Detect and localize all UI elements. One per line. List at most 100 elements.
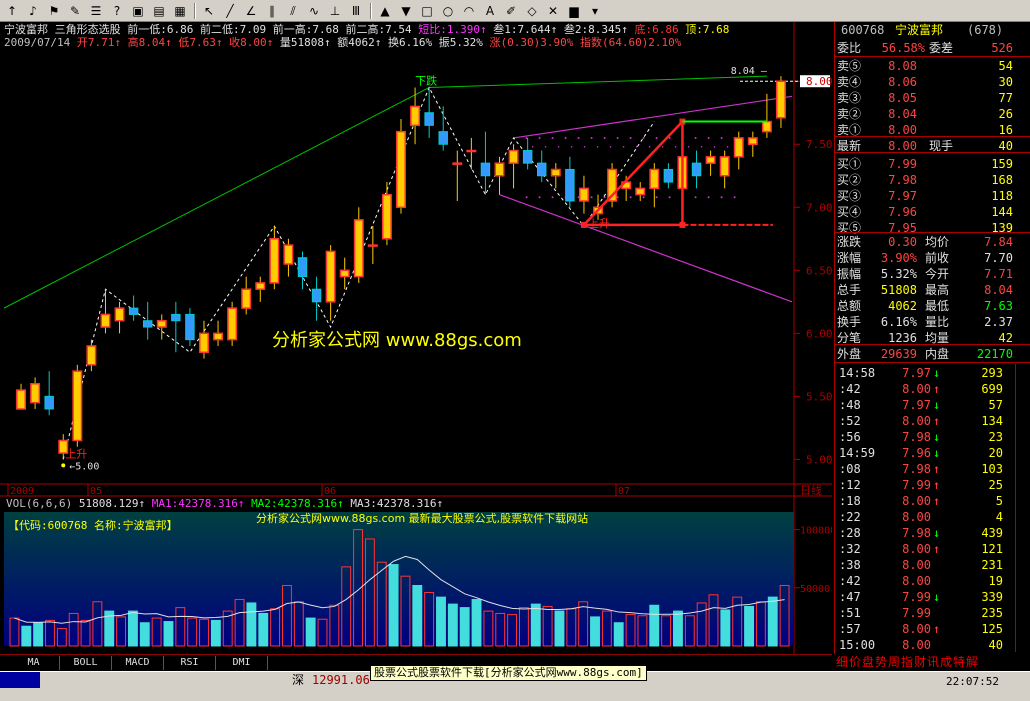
channel-upper (513, 95, 793, 139)
candle-body-up (761, 120, 772, 133)
volume-bar-down (530, 603, 541, 647)
volume-legend-4: MA3:42378.316↑ (350, 497, 444, 510)
brush-icon[interactable]: ✐ (501, 1, 521, 20)
quote-separator (835, 152, 1030, 153)
dot-lower (642, 196, 645, 199)
tab-dmi[interactable]: DMI (216, 656, 268, 670)
formula-value-9: 底:6.86 (634, 23, 686, 36)
tick-up-arrow: ↑ (933, 622, 941, 636)
vol-tick-label: 50000 (800, 584, 830, 595)
formula-value-1: 三角形态选股 (54, 23, 128, 36)
tick-volume: 339 (981, 590, 1003, 604)
down-icon[interactable]: ▼ (396, 1, 416, 20)
tick-row: :47 7.99 ↓ 339 (837, 589, 1017, 605)
buy-level: 买③ (837, 189, 862, 203)
candle-body-up (213, 332, 224, 341)
tab-rsi[interactable]: RSI (164, 656, 216, 670)
tick-time: :38 (839, 558, 861, 572)
quote-bottom-tabs[interactable]: 细价盘势周指财讯成特解 (834, 654, 1030, 670)
tick-time: 14:58 (839, 366, 876, 380)
grid-icon[interactable]: ▦ (170, 1, 190, 20)
volume-bar-down (127, 610, 138, 647)
candle-body-up (283, 244, 294, 265)
candle-body-down (691, 162, 702, 177)
volume-bar-down (720, 609, 731, 647)
candle-body-down (185, 313, 195, 341)
candle-body-down (438, 131, 448, 145)
tick-price: 7.99 (902, 590, 931, 604)
dot-upper (538, 136, 541, 139)
stat-label: 振幅 (837, 267, 862, 281)
dropdown-icon[interactable]: ▾ (585, 1, 605, 20)
stat-value-2: 7.71 (984, 267, 1013, 281)
fan-icon[interactable]: ∠ (241, 1, 261, 20)
fall-label: 下跌 (415, 74, 437, 88)
tick-row: :22 8.00 4 (837, 509, 1017, 525)
tick-time: :08 (839, 462, 861, 476)
alarm-icon[interactable]: ⚑ (44, 1, 64, 20)
stock-name: 宁波富邦 (895, 23, 944, 37)
up-arrow-icon[interactable]: ↑ (2, 1, 22, 20)
dot-upper (707, 136, 710, 139)
tab-boll[interactable]: BOLL (60, 656, 112, 670)
candle-body-up (396, 130, 406, 209)
candle-body-up (733, 137, 744, 158)
candle-body-up (353, 219, 364, 278)
channel-icon[interactable]: ⫽ (283, 1, 303, 20)
tick-volume: 103 (981, 462, 1003, 476)
wave-icon[interactable]: ∿ (304, 1, 324, 20)
ellipse-icon[interactable]: ○ (438, 1, 458, 20)
stat-label: 换手 (837, 315, 862, 329)
price-tick-label: 5.50 (806, 390, 832, 403)
dot-mid (531, 145, 534, 148)
delete-icon[interactable]: ✕ (543, 1, 563, 20)
dot-mid (648, 145, 651, 148)
buy-price: 7.97 (888, 189, 917, 203)
volume-bar-down (305, 617, 316, 647)
chart-icon[interactable]: ▤ (149, 1, 169, 20)
tick-price: 7.98 (902, 430, 931, 444)
help-icon[interactable]: ? (107, 1, 127, 20)
tick-scrollbar[interactable] (1015, 364, 1029, 652)
stat-label-2: 最高 (925, 283, 950, 297)
volume-bar-down (21, 625, 32, 647)
buy-price: 7.98 (888, 173, 917, 187)
cursor-icon[interactable]: ↖ (199, 1, 219, 20)
candle-body-up (339, 269, 350, 278)
buy-row: 买① 7.99 159 (837, 156, 1017, 172)
tick-volume: 19 (988, 574, 1003, 588)
save-icon[interactable]: ▆ (564, 1, 584, 20)
sell-volume: 26 (998, 107, 1013, 121)
quote-separator (835, 344, 1030, 345)
buy-level: 买④ (837, 205, 862, 219)
ohlc-value-5: 量51808↑ (279, 36, 338, 49)
eraser-icon[interactable]: ◇ (522, 1, 542, 20)
parallel-icon[interactable]: ∥ (262, 1, 282, 20)
text-tool-icon[interactable]: A (480, 1, 500, 20)
date-tick-label: 06 (324, 486, 336, 497)
up-icon[interactable]: ▲ (375, 1, 395, 20)
ohlc-value-0: 2009/07/14 (4, 36, 77, 49)
text-icon[interactable]: Ⅲ (346, 1, 366, 20)
stat-label-2: 均价 (925, 235, 950, 249)
cycle-icon[interactable]: ⊥ (325, 1, 345, 20)
dot-lower (551, 196, 554, 199)
pencil-icon[interactable]: ✎ (65, 1, 85, 20)
bell-icon[interactable]: ♪ (23, 1, 43, 20)
stat-label: 涨跌 (837, 235, 862, 249)
kline-chart[interactable]: 8.007.507.006.506.005.505.008.0020090506… (0, 22, 832, 654)
tick-volume: 235 (981, 606, 1003, 620)
image-icon[interactable]: ▣ (128, 1, 148, 20)
sell-row: 卖④ 8.06 30 (837, 74, 1017, 90)
tab-ma[interactable]: MA (8, 656, 60, 670)
tick-volume: 20 (988, 446, 1003, 460)
dot-mid (674, 145, 677, 148)
rect-icon[interactable]: □ (417, 1, 437, 20)
tick-time: :42 (839, 574, 861, 588)
arc-icon[interactable]: ◠ (459, 1, 479, 20)
list-icon[interactable]: ☰ (86, 1, 106, 20)
status-ad[interactable]: 股票公式股票软件下载[分析家公式网www.88gs.com] (370, 665, 647, 681)
tick-price: 7.98 (902, 526, 931, 540)
tab-macd[interactable]: MACD (112, 656, 164, 670)
line-icon[interactable]: ╱ (220, 1, 240, 20)
